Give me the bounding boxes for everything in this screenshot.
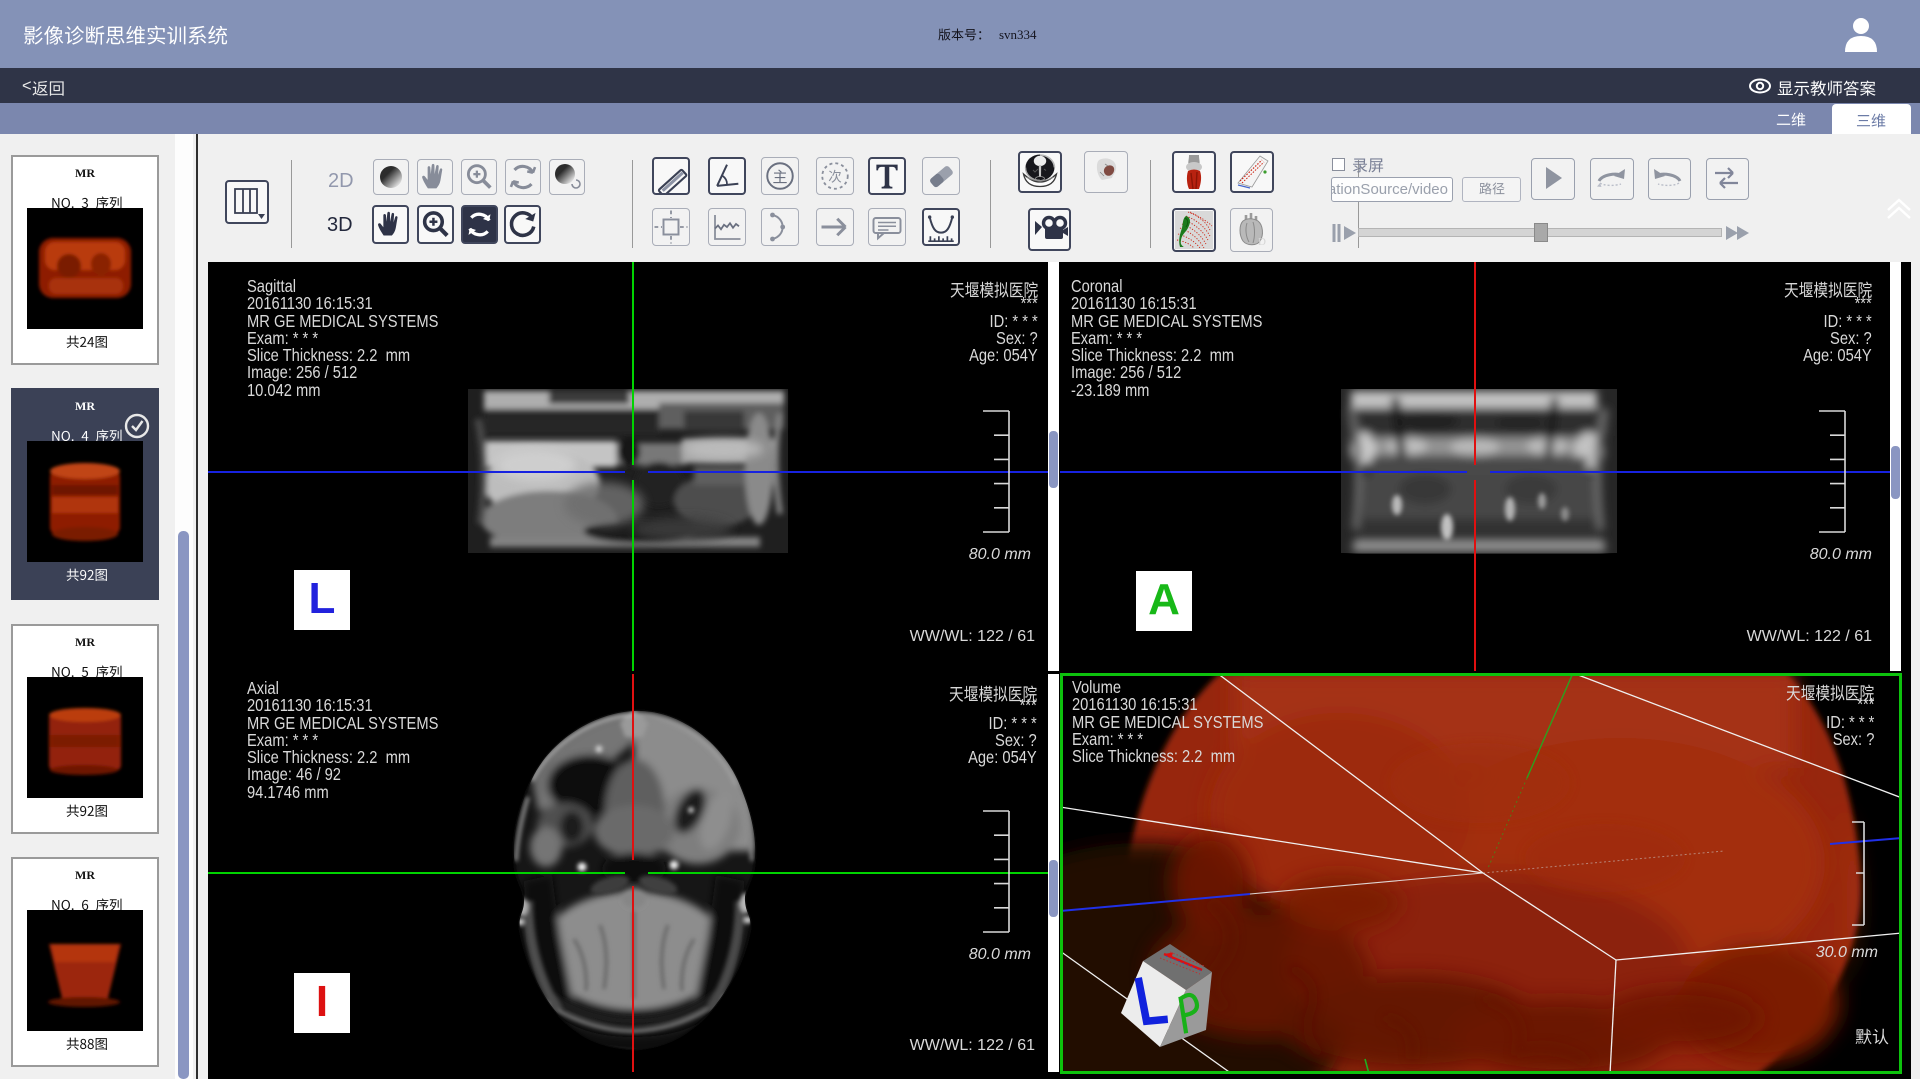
svg-text:次: 次 <box>828 169 842 184</box>
svg-text:D: D <box>1258 236 1266 248</box>
svg-text:主: 主 <box>772 169 787 186</box>
